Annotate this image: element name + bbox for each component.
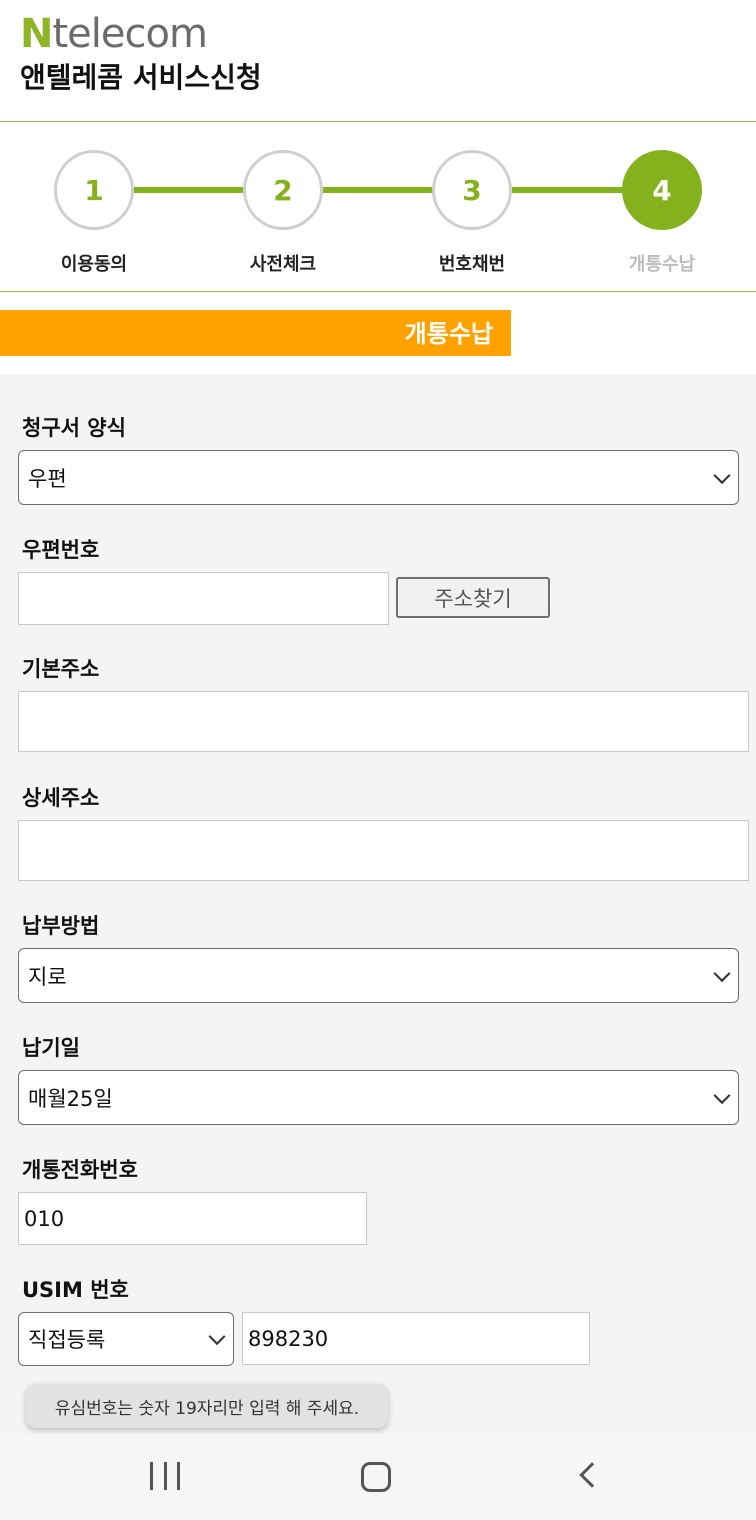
usim-method-select[interactable]: 직접등록 bbox=[18, 1312, 234, 1366]
step-connector bbox=[323, 187, 435, 193]
usim-method-value: 직접등록 bbox=[28, 1328, 106, 1352]
step-connector bbox=[512, 187, 624, 193]
chevron-down-icon bbox=[208, 1328, 226, 1346]
phone-number-input[interactable]: 010 bbox=[18, 1192, 367, 1245]
step-1-circle: 1 bbox=[54, 150, 134, 230]
logo-letter-n: N bbox=[20, 11, 53, 57]
base-address-label: 기본주소 bbox=[22, 657, 100, 681]
payment-method-label: 납부방법 bbox=[22, 914, 100, 938]
payment-method-value: 지로 bbox=[28, 964, 67, 989]
step-4-circle: 4 bbox=[622, 150, 702, 230]
section-title: 개통수납 bbox=[404, 320, 493, 348]
chevron-down-icon bbox=[713, 964, 731, 982]
system-nav-bar bbox=[0, 1434, 756, 1520]
bill-format-value: 우편 bbox=[28, 466, 67, 491]
step-1-label: 이용동의 bbox=[60, 254, 128, 275]
step-2-circle: 2 bbox=[243, 150, 323, 230]
app-header: Ntelecom 앤텔레콤 서비스신청 bbox=[0, 0, 756, 122]
chevron-down-icon bbox=[713, 1086, 731, 1104]
step-4-label: 개통수납 bbox=[628, 254, 696, 275]
usim-hint-toast: 유심번호는 숫자 19자리만 입력 해 주세요. bbox=[26, 1384, 388, 1428]
due-date-select[interactable]: 매월25일 bbox=[18, 1070, 739, 1125]
postal-code-label: 우편번호 bbox=[22, 538, 100, 562]
logo-text: telecom bbox=[52, 11, 207, 57]
ntelecom-logo: Ntelecom bbox=[20, 10, 208, 58]
usim-number-label: USIM 번호 bbox=[22, 1278, 129, 1302]
due-date-value: 매월25일 bbox=[28, 1086, 113, 1111]
back-icon[interactable] bbox=[579, 1462, 605, 1488]
payment-method-select[interactable]: 지로 bbox=[18, 948, 739, 1003]
recent-apps-icon[interactable] bbox=[150, 1462, 180, 1490]
progress-steps: 1 2 3 4 이용동의 사전체크 번호채번 개통수납 bbox=[0, 122, 756, 292]
due-date-label: 납기일 bbox=[22, 1036, 80, 1060]
section-title-bar: 개통수납 bbox=[0, 310, 511, 356]
find-address-button[interactable]: 주소찾기 bbox=[396, 577, 550, 618]
bill-format-select[interactable]: 우편 bbox=[18, 450, 739, 505]
step-3-label: 번호채번 bbox=[438, 254, 506, 275]
step-connector bbox=[134, 187, 246, 193]
postal-code-input[interactable] bbox=[18, 572, 389, 625]
detail-address-input[interactable] bbox=[18, 820, 749, 881]
detail-address-label: 상세주소 bbox=[22, 786, 100, 810]
chevron-down-icon bbox=[713, 466, 731, 484]
usim-number-input[interactable]: 898230 bbox=[242, 1312, 590, 1365]
phone-number-label: 개통전화번호 bbox=[22, 1158, 138, 1182]
step-3-circle: 3 bbox=[432, 150, 512, 230]
base-address-input[interactable] bbox=[18, 691, 749, 752]
bill-format-label: 청구서 양식 bbox=[22, 416, 126, 440]
page-title: 앤텔레콤 서비스신청 bbox=[20, 61, 262, 94]
home-icon[interactable] bbox=[361, 1462, 391, 1492]
step-2-label: 사전체크 bbox=[249, 254, 317, 275]
